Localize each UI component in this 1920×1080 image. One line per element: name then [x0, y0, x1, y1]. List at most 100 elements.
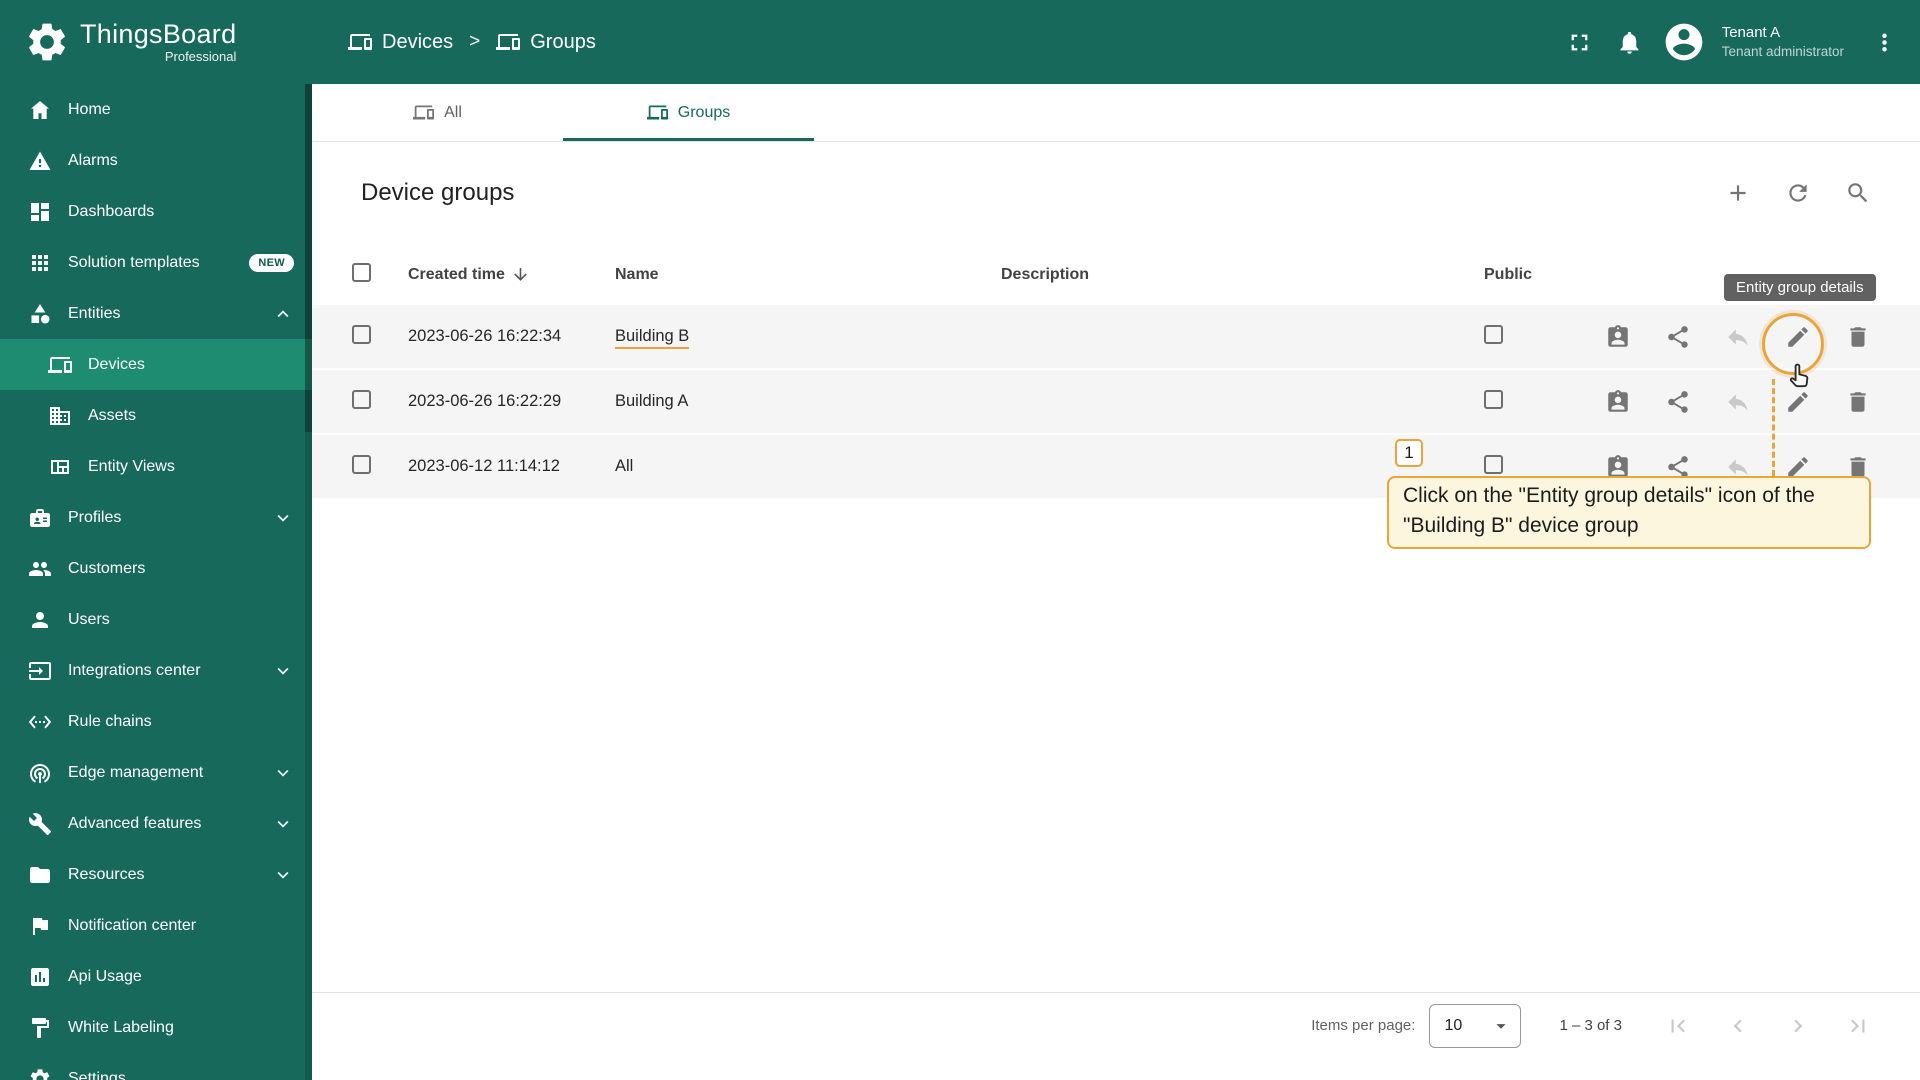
row-checkbox-cell [352, 324, 408, 349]
user-info[interactable]: Tenant A Tenant administrator [1722, 23, 1844, 60]
group-members-icon [1605, 324, 1631, 350]
sidebar-item-white-labeling[interactable]: White Labeling [0, 1002, 312, 1053]
more-vert-icon [1871, 29, 1898, 56]
column-public[interactable]: Public [1476, 266, 1596, 284]
previous-page-button[interactable] [1716, 1004, 1760, 1048]
devices-icon [646, 102, 668, 123]
fullscreen-icon [1566, 29, 1593, 56]
tab-groups[interactable]: Groups [563, 84, 814, 141]
sidebar-scrollbar-thumb[interactable] [305, 84, 312, 432]
row-checkbox[interactable] [352, 389, 371, 409]
caret-down-icon [1490, 1015, 1512, 1037]
refresh-button[interactable] [1776, 171, 1820, 215]
tab-all[interactable]: All [312, 84, 563, 141]
sidebar-item-devices[interactable]: Devices [0, 339, 312, 390]
sidebar-item-assets[interactable]: Assets [0, 390, 312, 441]
annotation-step-badge: 1 [1395, 439, 1423, 467]
items-per-page-label: Items per page: [1311, 1017, 1416, 1034]
sidebar-item-label: Assets [88, 406, 137, 424]
sidebar-item-label: Resources [68, 865, 145, 883]
sidebar-item-api-usage[interactable]: Api Usage [0, 951, 312, 1002]
sidebar-item-label: Users [68, 610, 110, 628]
add-button[interactable] [1716, 171, 1760, 215]
more-menu-button[interactable] [1862, 20, 1906, 64]
sidebar-item-label: Home [68, 100, 111, 118]
sidebar-item-solution-templates[interactable]: Solution templates NEW [0, 237, 312, 288]
sidebar-item-dashboards[interactable]: Dashboards [0, 186, 312, 237]
search-button[interactable] [1836, 171, 1880, 215]
items-per-page-select[interactable]: 10 [1429, 1003, 1522, 1048]
row-checkbox[interactable] [352, 324, 371, 344]
sidebar-item-rule-chains[interactable]: Rule chains [0, 696, 312, 747]
table-row[interactable]: 2023-06-26 16:22:34 Building B [312, 305, 1920, 370]
unshare-button[interactable] [1716, 315, 1760, 359]
row-checkbox-cell [352, 454, 408, 479]
sidebar-item-label: White Labeling [68, 1018, 174, 1036]
tab-bar: All Groups [312, 84, 1920, 142]
user-name: Tenant A [1721, 24, 1781, 42]
sidebar-item-notification-center[interactable]: Notification center [0, 900, 312, 951]
tab-label: All [444, 103, 462, 121]
fullscreen-button[interactable] [1558, 20, 1602, 64]
thingsboard-logo[interactable]: ThingsBoard Professional [0, 0, 312, 84]
sidebar-item-settings[interactable]: Settings [0, 1053, 312, 1080]
sidebar-item-label: Profiles [68, 508, 122, 526]
first-page-button[interactable] [1656, 1004, 1700, 1048]
column-created-time[interactable]: Created time [408, 265, 615, 284]
sort-desc-icon [511, 265, 530, 284]
next-page-button[interactable] [1776, 1004, 1820, 1048]
chevron-down-icon [272, 864, 294, 886]
last-page-icon [1845, 1013, 1871, 1039]
column-description[interactable]: Description [1001, 266, 1476, 284]
customers-icon [28, 557, 52, 581]
sidebar-item-label: Customers [68, 559, 146, 577]
group-members-button[interactable] [1596, 315, 1640, 359]
delete-button[interactable] [1836, 380, 1880, 424]
user-avatar-icon[interactable] [1662, 20, 1706, 64]
table-row[interactable]: 2023-06-26 16:22:29 Building A [312, 370, 1920, 435]
paginator: Items per page: 10 1 – 3 of 3 [312, 992, 1920, 1058]
sidebar-item-advanced-features[interactable]: Advanced features [0, 798, 312, 849]
public-checkbox[interactable] [1484, 324, 1503, 344]
sidebar-item-integrations-center[interactable]: Integrations center [0, 645, 312, 696]
public-checkbox[interactable] [1484, 389, 1503, 409]
delete-icon [1845, 324, 1871, 350]
sidebar-item-label: Devices [88, 355, 145, 373]
breadcrumb: Devices > Groups [348, 30, 1558, 54]
unshare-button[interactable] [1716, 380, 1760, 424]
last-page-button[interactable] [1836, 1004, 1880, 1048]
group-members-button[interactable] [1596, 380, 1640, 424]
sidebar-item-entity-views[interactable]: Entity Views [0, 441, 312, 492]
profiles-icon [28, 506, 52, 530]
public-checkbox[interactable] [1484, 454, 1503, 474]
content-column: Devices > Groups Tenant A Tenant adminis… [312, 0, 1920, 1080]
settings-icon [28, 1067, 52, 1080]
refresh-icon [1785, 180, 1811, 206]
advanced-icon [28, 812, 52, 836]
chevron-down-icon [272, 762, 294, 784]
sidebar-item-customers[interactable]: Customers [0, 543, 312, 594]
group-members-icon [1605, 389, 1631, 415]
notifications-button[interactable] [1608, 20, 1652, 64]
sidebar-item-alarms[interactable]: Alarms [0, 135, 312, 186]
main-area: All Groups Device groups Created time Na… [312, 84, 1920, 1080]
share-button[interactable] [1656, 380, 1700, 424]
sidebar-item-edge-management[interactable]: Edge management [0, 747, 312, 798]
share-button[interactable] [1656, 315, 1700, 359]
sidebar-item-users[interactable]: Users [0, 594, 312, 645]
brand-name: ThingsBoard [80, 19, 237, 50]
created-time-cell: 2023-06-12 11:14:12 [408, 457, 560, 475]
prev-page-icon [1725, 1013, 1751, 1039]
breadcrumb-devices[interactable]: Devices [348, 30, 453, 54]
sidebar-item-label: Integrations center [68, 661, 201, 679]
column-name[interactable]: Name [615, 266, 1001, 284]
sidebar-item-profiles[interactable]: Profiles [0, 492, 312, 543]
devices-icon [348, 30, 372, 54]
row-checkbox[interactable] [352, 454, 371, 474]
delete-button[interactable] [1836, 315, 1880, 359]
sidebar-item-entities[interactable]: Entities [0, 288, 312, 339]
breadcrumb-groups[interactable]: Groups [496, 30, 596, 54]
select-all-checkbox[interactable] [352, 262, 371, 282]
sidebar-item-resources[interactable]: Resources [0, 849, 312, 900]
sidebar-item-home[interactable]: Home [0, 84, 312, 135]
